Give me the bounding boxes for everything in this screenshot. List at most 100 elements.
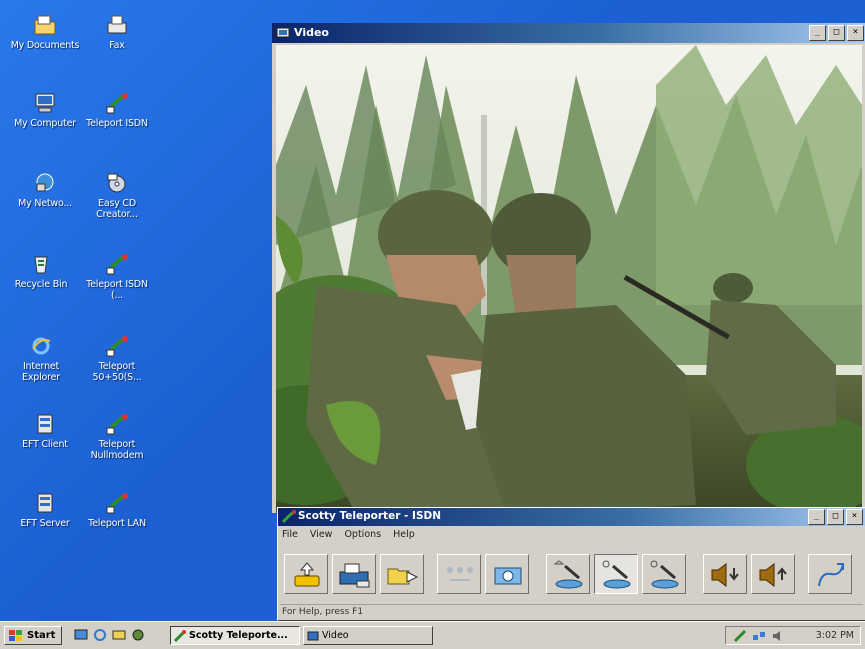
hang-up-icon	[818, 563, 844, 587]
desktop-icon-my-computer[interactable]: My Computer	[8, 92, 82, 129]
camera-button[interactable]	[485, 554, 529, 594]
maximize-button[interactable]: □	[828, 25, 845, 41]
outlook-icon[interactable]	[112, 628, 126, 642]
send-file-icon	[387, 568, 419, 585]
clock: 3:02 PM	[815, 630, 854, 641]
video-quality-c-icon	[650, 560, 679, 589]
video-quality-c-button[interactable]	[642, 554, 686, 594]
fax-button[interactable]	[332, 554, 376, 594]
task-label: Scotty Teleporte...	[189, 630, 288, 641]
network-button[interactable]	[437, 554, 481, 594]
folder-icon	[34, 15, 56, 35]
task-scotty-teleporter[interactable]: Scotty Teleporte...	[170, 626, 300, 645]
cd-creator-icon	[107, 173, 126, 193]
desktop-icon-recycle-bin[interactable]: Recycle Bin	[4, 253, 78, 290]
dial-button[interactable]	[284, 554, 328, 594]
satellite-shortcut-icon	[106, 93, 128, 114]
video-quality-a-icon	[553, 560, 583, 589]
video-feed	[276, 45, 862, 513]
system-tray: 3:02 PM	[725, 626, 861, 645]
video-window-controls: _ □ ×	[809, 25, 864, 41]
satellite-shortcut-icon	[106, 414, 128, 435]
menu-file[interactable]: File	[282, 529, 298, 543]
video-feed-image	[276, 45, 862, 513]
teleporter-titlebar[interactable]: Scotty Teleporter - ISDN _ □ ×	[278, 508, 865, 526]
desktop-icon-my-network[interactable]: My Netwo...	[8, 172, 82, 209]
teleporter-title: Scotty Teleporter - ISDN	[298, 510, 442, 522]
satellite-shortcut-icon	[106, 254, 128, 275]
volume-tray-icon[interactable]	[772, 630, 784, 642]
taskbar: Start Scotty Teleporte... Video 3:02 PM	[0, 621, 865, 649]
desktop-icon-my-documents[interactable]: My Documents	[8, 14, 82, 51]
hang-up-button[interactable]	[808, 554, 852, 594]
satellite-shortcut-icon	[106, 493, 128, 514]
icon-label: Internet Explorer	[22, 361, 60, 383]
video-titlebar[interactable]: Video _ □ ×	[272, 23, 865, 43]
task-video[interactable]: Video	[303, 626, 433, 645]
video-window-icon	[276, 27, 290, 38]
video-window[interactable]: Video _ □ ×	[272, 23, 865, 513]
video-quality-a-button[interactable]	[546, 554, 590, 594]
status-bar: For Help, press F1	[280, 604, 863, 618]
minimize-button[interactable]: _	[809, 25, 826, 41]
icon-label: Teleport Nullmodem	[90, 439, 144, 461]
icon-label: Fax	[109, 40, 125, 51]
network-disabled-icon	[447, 567, 473, 581]
desktop-icon-eft-server[interactable]: EFT Server	[8, 492, 82, 529]
start-button[interactable]: Start	[4, 626, 62, 645]
desktop-icon-teleport-isdn-2[interactable]: Teleport ISDN (...	[80, 253, 154, 301]
desktop-icon[interactable]	[74, 628, 88, 642]
desktop-icon-eft-client[interactable]: EFT Client	[8, 413, 82, 450]
minimize-button[interactable]: _	[808, 509, 825, 525]
windows-logo-icon	[9, 630, 22, 641]
icon-label: Teleport LAN	[88, 518, 146, 529]
speaker-up-icon	[759, 563, 787, 587]
satellite-icon	[174, 630, 186, 642]
desktop-icon-teleport-isdn[interactable]: Teleport ISDN	[80, 92, 154, 129]
icon-label: EFT Server	[20, 518, 70, 529]
phone-dial-icon	[294, 562, 320, 587]
video-window-title: Video	[294, 26, 329, 39]
satellite-tray-icon[interactable]	[734, 630, 746, 642]
desktop-icon-fax[interactable]: Fax	[80, 14, 154, 51]
task-label: Video	[322, 630, 349, 641]
desktop-icon-teleport-lan[interactable]: Teleport LAN	[80, 492, 154, 529]
menu-options[interactable]: Options	[344, 529, 381, 543]
fax-icon	[107, 15, 127, 34]
icon-label: Recycle Bin	[14, 279, 68, 290]
teleporter-window[interactable]: Scotty Teleporter - ISDN _ □ × File View…	[277, 507, 865, 621]
close-button[interactable]: ×	[846, 509, 863, 525]
teleporter-toolbar	[282, 548, 861, 604]
desktop: My Documents My Computer My Netwo... Rec…	[0, 0, 865, 621]
icon-label: EFT Client	[22, 439, 68, 450]
close-button[interactable]: ×	[847, 25, 864, 41]
volume-up-button[interactable]	[751, 554, 795, 594]
volume-down-button[interactable]	[703, 554, 747, 594]
video-quality-b-icon	[602, 560, 631, 589]
speaker-down-icon	[711, 563, 739, 587]
send-file-button[interactable]	[380, 554, 424, 594]
teleporter-menubar: File View Options Help	[282, 529, 415, 543]
network-icon	[36, 173, 54, 192]
internet-explorer-icon[interactable]	[93, 628, 107, 642]
computer-icon	[35, 93, 55, 113]
menu-help[interactable]: Help	[393, 529, 415, 543]
network-tray-icon[interactable]	[752, 630, 766, 642]
icon-label: My Documents	[10, 40, 80, 51]
desktop-icon-teleport-nullmodem[interactable]: Teleport Nullmodem	[80, 413, 154, 461]
menu-view[interactable]: View	[310, 529, 333, 543]
camera-icon	[494, 567, 522, 585]
desktop-icon-easy-cd-creator[interactable]: Easy CD Creator...	[80, 172, 154, 220]
icon-label: Teleport 50+50(S...	[92, 361, 142, 383]
video-window-icon	[307, 631, 319, 641]
icon-label: Teleport ISDN (...	[86, 279, 148, 301]
media-icon[interactable]	[131, 628, 145, 642]
desktop-icon-internet-explorer[interactable]: Internet Explorer	[4, 335, 78, 383]
icon-label: Easy CD Creator...	[96, 198, 138, 220]
satellite-shortcut-icon	[106, 336, 128, 357]
maximize-button[interactable]: □	[827, 509, 844, 525]
server-icon	[37, 414, 53, 434]
desktop-icon-teleport-50-50[interactable]: Teleport 50+50(S...	[80, 335, 154, 383]
video-quality-b-button[interactable]	[594, 554, 638, 594]
icon-label: My Netwo...	[18, 198, 72, 209]
